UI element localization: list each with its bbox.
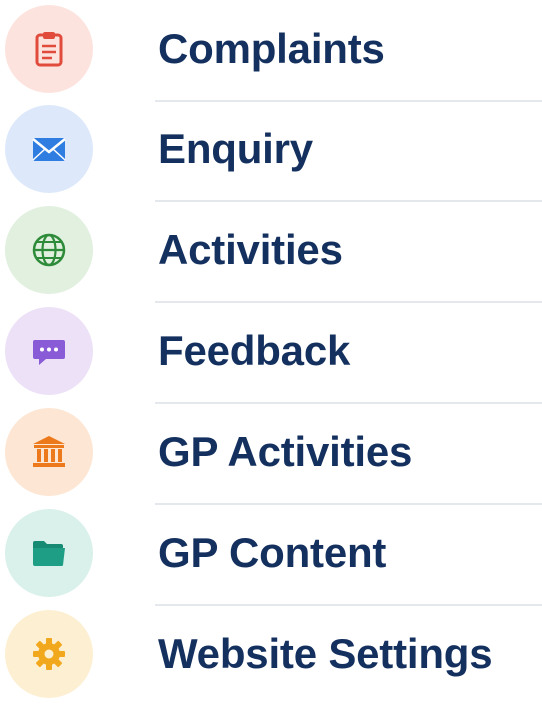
menu-item-label: Complaints xyxy=(158,25,385,72)
menu-item-label: Enquiry xyxy=(158,125,313,172)
clipboard-icon-badge xyxy=(5,5,93,93)
chat-bubble-icon xyxy=(33,340,65,365)
globe-icon xyxy=(32,233,66,267)
gear-icon xyxy=(33,638,65,670)
envelope-icon xyxy=(32,138,66,161)
menu-item-label: Feedback xyxy=(158,327,351,374)
clipboard-icon xyxy=(35,32,63,67)
menu-item-label: GP Content xyxy=(158,529,387,576)
menu-item-gp-content[interactable]: GP Content xyxy=(0,504,542,606)
folder-icon xyxy=(33,541,65,566)
menu-item-gp-activities[interactable]: GP Activities xyxy=(0,403,542,505)
menu-item-activities[interactable]: Activities xyxy=(0,201,542,303)
globe-icon-badge xyxy=(5,206,93,294)
menu-item-website-settings[interactable]: Website Settings xyxy=(0,605,542,707)
chat-bubble-icon-badge xyxy=(5,307,93,395)
gear-icon-badge xyxy=(5,610,93,698)
menu-item-enquiry[interactable]: Enquiry xyxy=(0,100,542,202)
menu-item-complaints[interactable]: Complaints xyxy=(0,0,542,102)
menu-item-label: Website Settings xyxy=(158,630,493,677)
menu-item-label: Activities xyxy=(158,226,343,273)
folder-icon-badge xyxy=(5,509,93,597)
building-pillars-icon-badge xyxy=(5,408,93,496)
envelope-icon-badge xyxy=(5,105,93,193)
building-pillars-icon xyxy=(33,436,65,467)
menu-item-feedback[interactable]: Feedback xyxy=(0,302,542,404)
navigation-menu: Complaints Enquiry Activities Feedback G… xyxy=(0,0,542,698)
menu-item-label: GP Activities xyxy=(158,428,413,475)
